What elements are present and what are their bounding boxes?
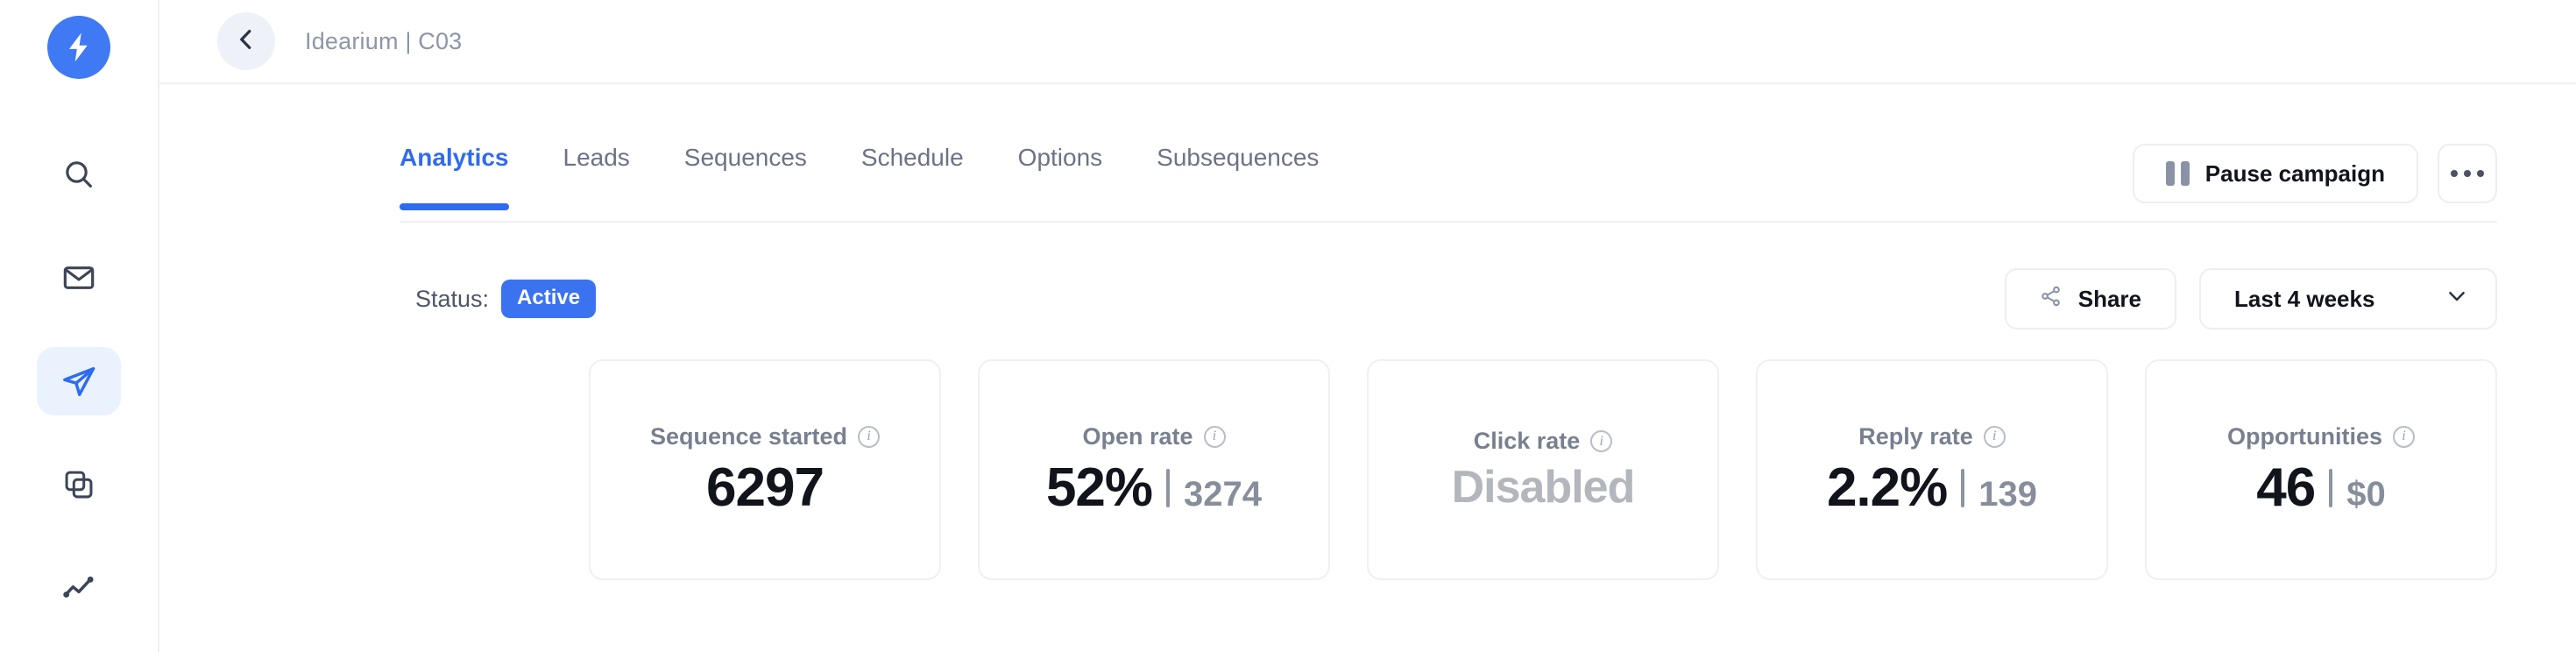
paper-plane-icon (60, 362, 98, 400)
info-icon[interactable]: i (858, 425, 881, 448)
metric-primary-value: 2.2% (1826, 457, 1948, 518)
metric-card-sequence-started: Sequence started i 6297 (589, 359, 941, 580)
sidebar-item-search[interactable] (37, 140, 121, 209)
sidebar-item-inbox[interactable] (37, 244, 121, 312)
sidebar-item-analytics[interactable] (37, 554, 121, 622)
tab-subsequences[interactable]: Subsequences (1157, 144, 1319, 210)
more-options-button[interactable] (2438, 144, 2497, 203)
tabs-section: Analytics Leads Sequences Schedule Optio… (159, 84, 2576, 223)
tab-sequences[interactable]: Sequences (684, 144, 807, 210)
info-icon[interactable]: i (2393, 425, 2415, 448)
metric-label: Open rate (1082, 422, 1193, 450)
value-divider (1166, 468, 1171, 507)
metric-label: Click rate (1473, 428, 1581, 455)
sidebar-nav (37, 140, 121, 622)
metric-card-header: Open rate i (1082, 422, 1226, 450)
metric-label: Reply rate (1858, 422, 1973, 450)
status-label: Status: (415, 285, 490, 312)
search-icon (61, 157, 96, 192)
metric-value: 52% 3274 (1046, 459, 1262, 516)
info-icon[interactable]: i (1203, 425, 1226, 448)
metric-secondary-value: 3274 (1184, 474, 1263, 514)
value-divider (2329, 468, 2333, 507)
metric-card-reply-rate: Reply rate i 2.2% 139 (1756, 359, 2108, 580)
share-button[interactable]: Share (2004, 268, 2176, 330)
pause-campaign-label: Pause campaign (2204, 159, 2385, 187)
metric-card-click-rate: Click rate i Disabled (1367, 359, 1719, 580)
tab-analytics[interactable]: Analytics (400, 144, 509, 210)
pause-campaign-button[interactable]: Pause campaign (2132, 144, 2418, 203)
lightning-bolt-logo-icon (61, 30, 96, 65)
tab-options[interactable]: Options (1018, 144, 1103, 210)
share-nodes-icon (2040, 285, 2063, 314)
metric-primary-value: Disabled (1451, 462, 1636, 514)
metric-card-header: Click rate i (1474, 428, 1613, 455)
metric-label: Opportunities (2227, 422, 2382, 450)
sidebar (0, 0, 159, 652)
metric-card-opportunities: Opportunities i 46 $0 (2145, 359, 2497, 580)
app-root: Idearium | C03 Analytics Leads Sequences… (0, 0, 2576, 652)
metric-label: Sequence started (649, 422, 848, 450)
chevron-down-icon (2445, 284, 2469, 315)
tabs-divider (400, 221, 2497, 223)
metric-primary-value: 52% (1045, 457, 1153, 518)
metric-value: Disabled (1451, 462, 1636, 514)
metric-secondary-value: 139 (1978, 474, 2038, 514)
main-content: Idearium | C03 Analytics Leads Sequences… (159, 0, 2576, 652)
metric-value: 6297 (706, 459, 824, 516)
campaign-actions: Pause campaign (2132, 144, 2497, 221)
pause-icon (2165, 161, 2190, 186)
metric-secondary-value: $0 (2346, 474, 2386, 514)
metric-value: 2.2% 139 (1827, 459, 2037, 516)
date-range-value: Last 4 weeks (2234, 285, 2375, 312)
info-icon[interactable]: i (1983, 425, 2006, 448)
analytics-filters: Share Last 4 weeks (2004, 268, 2497, 330)
sidebar-item-campaigns[interactable] (37, 347, 121, 415)
metric-primary-value: 6297 (706, 457, 824, 518)
metric-value: 46 $0 (2256, 459, 2385, 516)
breadcrumb: Idearium | C03 (305, 27, 463, 54)
share-label: Share (2077, 285, 2141, 312)
metric-card-header: Reply rate i (1858, 423, 2006, 450)
app-logo[interactable] (47, 16, 110, 79)
ellipsis-icon (2451, 170, 2484, 177)
metric-primary-value: 46 (2256, 457, 2316, 518)
value-divider (1961, 468, 1965, 507)
sidebar-item-copies[interactable] (37, 450, 121, 519)
metrics-row: Sequence started i 6297 Open rate i 52% … (159, 359, 2576, 580)
envelope-icon (61, 260, 96, 295)
info-icon[interactable]: i (1590, 430, 1613, 453)
back-button[interactable] (217, 12, 275, 70)
tabs-row: Analytics Leads Sequences Schedule Optio… (159, 84, 2576, 221)
status-badge: Active (501, 280, 597, 318)
tab-leads[interactable]: Leads (563, 144, 630, 210)
stacked-squares-icon (62, 468, 96, 501)
trend-line-icon (61, 570, 96, 606)
metric-card-header: Opportunities i (2227, 423, 2415, 450)
date-range-dropdown[interactable]: Last 4 weeks (2199, 268, 2497, 330)
status-row: Status: Active Share Last 4 weeks (159, 268, 2576, 330)
top-bar: Idearium | C03 (159, 0, 2576, 84)
tab-list: Analytics Leads Sequences Schedule Optio… (400, 144, 1319, 210)
metric-card-header: Sequence started i (649, 422, 881, 450)
metric-card-open-rate: Open rate i 52% 3274 (978, 359, 1330, 580)
tab-schedule[interactable]: Schedule (861, 144, 964, 210)
chevron-left-icon (233, 26, 259, 57)
